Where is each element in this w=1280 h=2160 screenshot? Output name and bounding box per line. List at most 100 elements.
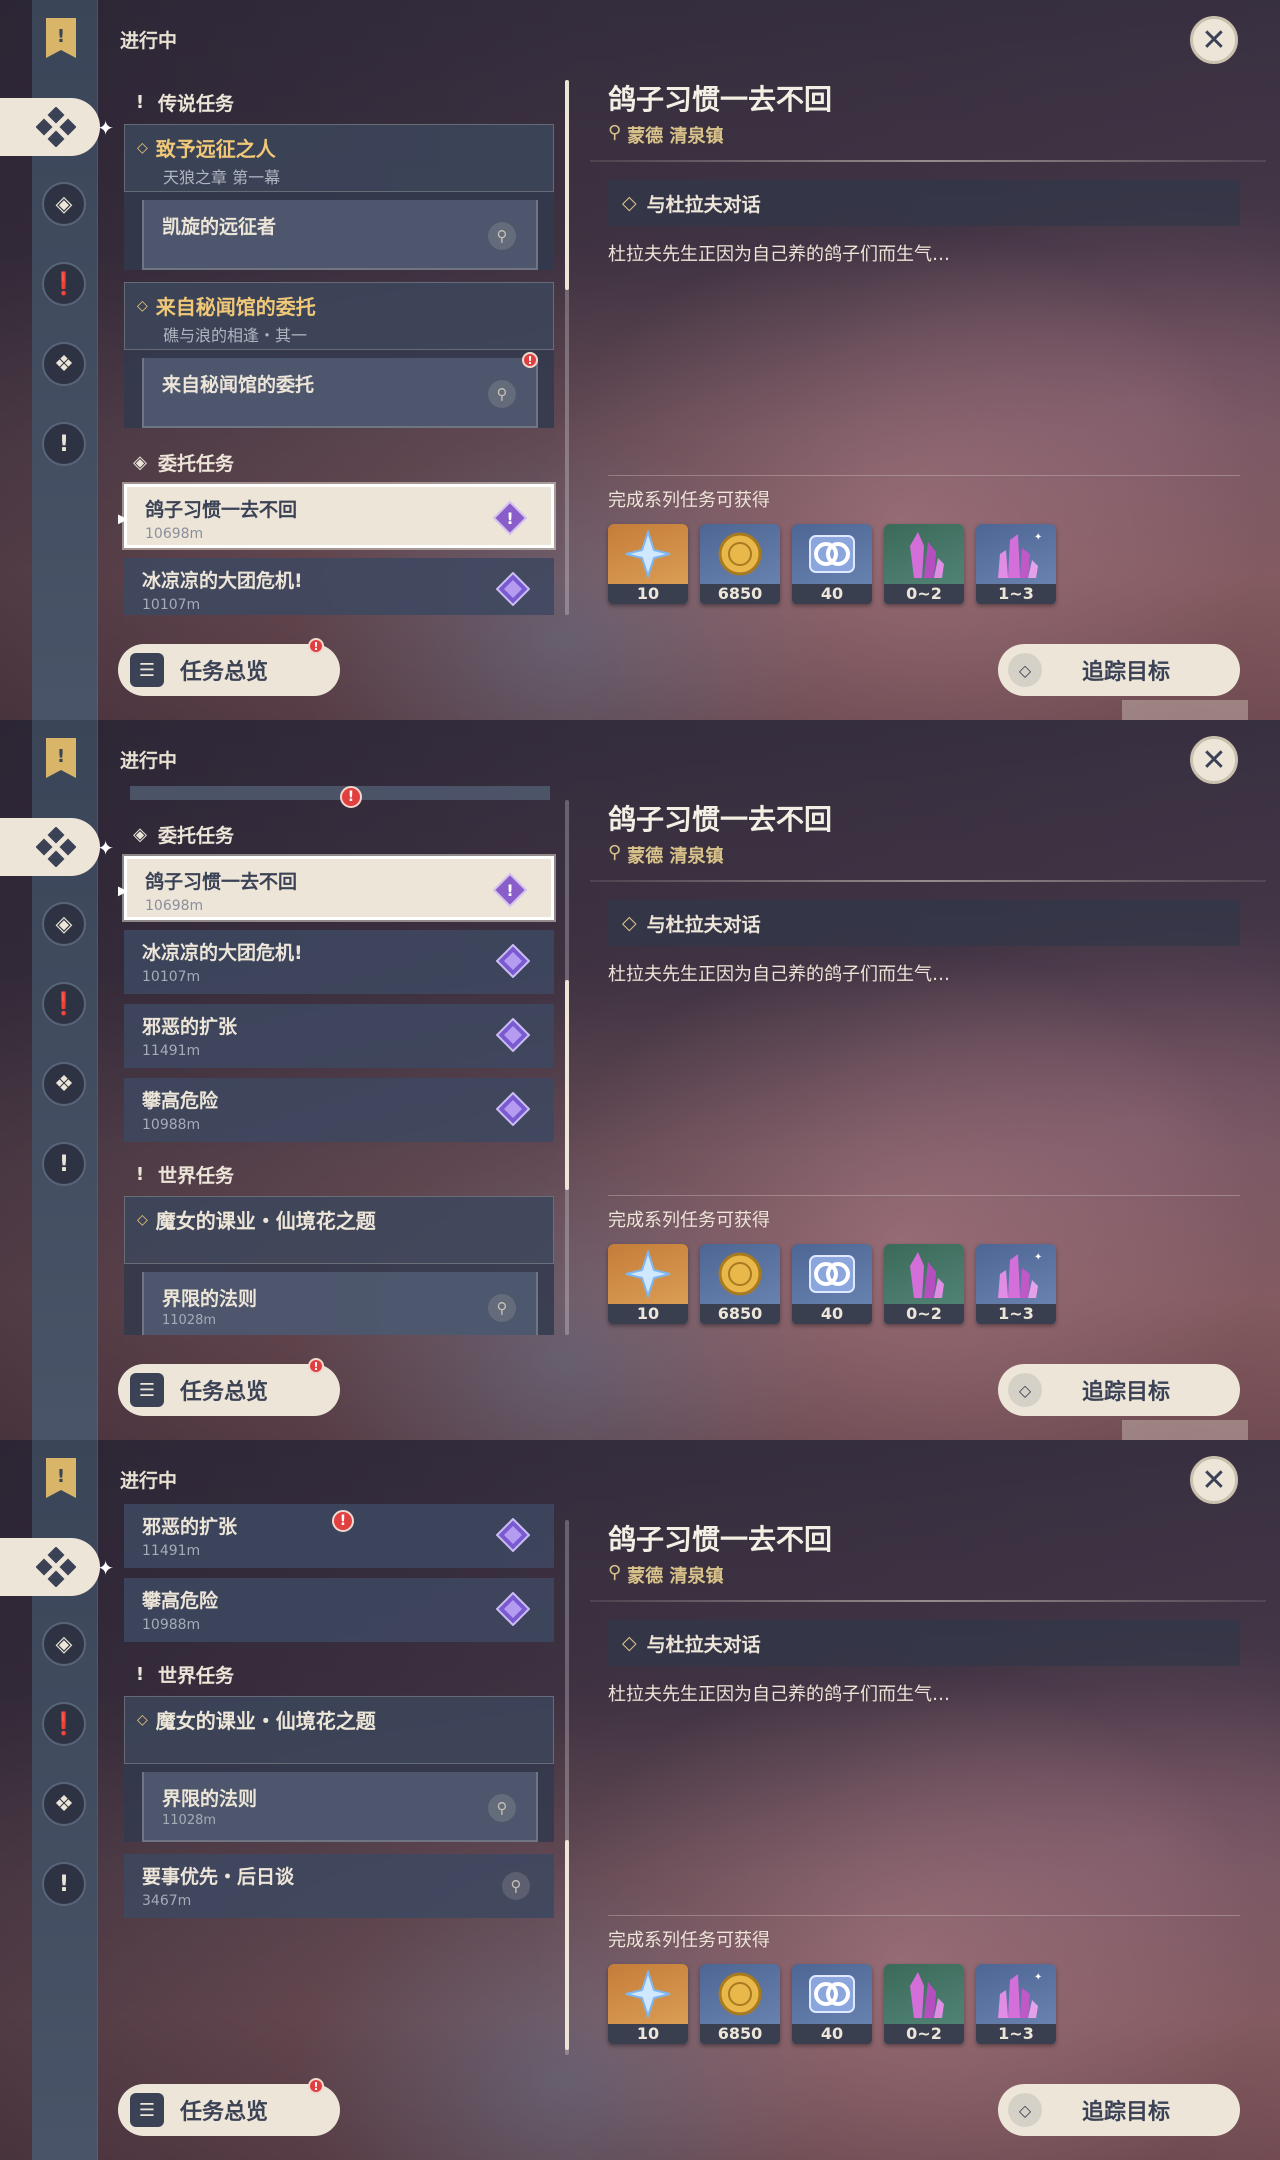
commission-gem-icon xyxy=(496,1092,530,1126)
category-commission-tab[interactable]: ❖ xyxy=(42,342,86,386)
step-title: 界限的法则 xyxy=(162,1788,258,1810)
scroll-thumb[interactable] xyxy=(565,80,569,290)
reward-adventure-exp[interactable]: 40 xyxy=(792,1964,872,2044)
rewards-row: 10 6850 40 0~2 ✦ 1~3 xyxy=(608,1244,1056,1324)
quest-detail-title: 鸽子习惯一去不回 xyxy=(608,83,833,116)
quest-overview-button[interactable]: ☰ 任务总览 ! xyxy=(118,1358,340,1416)
adventure-exp-icon xyxy=(809,1975,855,2013)
objective-label: 与杜拉夫对话 xyxy=(646,913,761,936)
location-pin-icon[interactable]: ⚲ xyxy=(488,380,516,408)
reward-primogem[interactable]: 10 xyxy=(608,1244,688,1324)
quest-banner-icon[interactable]: ! xyxy=(44,736,78,780)
category-commission-tab[interactable]: ❖ xyxy=(42,1062,86,1106)
quest-title: 魔女的课业・仙境花之题 xyxy=(155,1209,376,1233)
track-button[interactable]: ◇ 追踪目标 xyxy=(998,644,1240,696)
new-alert-badge: ! xyxy=(332,1510,354,1532)
quest-overview-button[interactable]: ☰ 任务总览 ! xyxy=(118,2078,340,2136)
quest-distance: 10988m xyxy=(142,1617,201,1633)
commission-gem-icon: ! xyxy=(493,501,527,535)
close-button[interactable]: ✕ xyxy=(1190,1456,1238,1504)
quest-list-scrollbar[interactable] xyxy=(565,80,569,615)
overview-alert-badge: ! xyxy=(308,638,324,654)
close-button[interactable]: ✕ xyxy=(1190,16,1238,64)
category-world-tab[interactable]: ! xyxy=(42,422,86,466)
location-pin-icon[interactable]: ⚲ xyxy=(502,1872,530,1900)
svg-text:✦: ✦ xyxy=(1034,532,1042,543)
quest-list-scrollbar[interactable] xyxy=(565,800,569,1335)
reward-crystal-cluster[interactable]: ✦ 1~3 xyxy=(976,1244,1056,1324)
legend-quest-2-step[interactable]: 来自秘闻馆的委托 ⚲ ! xyxy=(142,352,538,428)
all-quests-icon xyxy=(36,107,76,147)
track-diamond-icon: ◇ xyxy=(1008,653,1042,687)
category-all-tab[interactable]: ✦ xyxy=(0,1538,114,1596)
reward-crystal-cluster[interactable]: ✦ 1~3 xyxy=(976,1964,1056,2044)
location-pin-icon[interactable]: ⚲ xyxy=(488,1794,516,1822)
scroll-thumb[interactable] xyxy=(565,980,569,1190)
quest-list-scrollbar[interactable] xyxy=(565,1520,569,2055)
category-story-tab[interactable]: ❗ xyxy=(42,1702,86,1746)
track-button[interactable]: ◇ 追踪目标 xyxy=(998,1364,1240,1416)
section-commission: ◈ 委托任务 xyxy=(118,440,570,484)
reward-primogem[interactable]: 10 xyxy=(608,1964,688,2044)
commission-item-selected[interactable]: ▶ 鸽子习惯一去不回 10698m ! xyxy=(118,856,554,920)
legend-quest-1-step[interactable]: 凯旋的远征者 ⚲ xyxy=(142,200,538,270)
reward-mora[interactable]: 6850 xyxy=(700,524,780,604)
quest-list[interactable]: 邪恶的扩张 11491m ! 攀高危险 10988m ! 世界任务 ◇ 魔女的课业・… xyxy=(118,1504,570,2055)
commission-item[interactable]: 攀高危险 10988m xyxy=(124,1578,554,1642)
category-world-tab[interactable]: ! xyxy=(42,1142,86,1186)
quest-title: 鸽子习惯一去不回 xyxy=(145,499,298,521)
legend-quest-1[interactable]: ◇ 致予远征之人 天狼之章 第一幕 xyxy=(124,124,554,192)
reward-crystal-cluster[interactable]: ✦ 1~3 xyxy=(976,524,1056,604)
category-archon-tab[interactable]: ◈ xyxy=(42,1622,86,1666)
quest-overview-button[interactable]: ☰ 任务总览 ! xyxy=(118,638,340,696)
story-quest-icon: ❗ xyxy=(50,271,78,297)
reward-crystal-chunk[interactable]: 0~2 xyxy=(884,1964,964,2044)
new-alert-badge: ! xyxy=(522,352,538,368)
reward-adventure-exp[interactable]: 40 xyxy=(792,524,872,604)
reward-crystal-chunk[interactable]: 0~2 xyxy=(884,524,964,604)
reward-count: 10 xyxy=(608,1304,688,1324)
quest-list[interactable]: ! 传说任务 ◇ 致予远征之人 天狼之章 第一幕 凯旋的远征者 ⚲ ◇ 来自秘闻馆的委… xyxy=(118,80,570,615)
world-quest-step[interactable]: 界限的法则 11028m ⚲ xyxy=(142,1772,538,1842)
story-quest-icon: ❗ xyxy=(50,1711,78,1737)
location-pin-icon[interactable]: ⚲ xyxy=(488,1294,516,1322)
commission-item[interactable]: 邪恶的扩张 11491m xyxy=(124,1004,554,1068)
commission-item[interactable]: 邪恶的扩张 11491m ! xyxy=(124,1504,554,1568)
reward-crystal-chunk[interactable]: 0~2 xyxy=(884,1244,964,1324)
category-commission-tab[interactable]: ❖ xyxy=(42,1782,86,1826)
category-archon-tab[interactable]: ◈ xyxy=(42,902,86,946)
commission-item-selected[interactable]: ▶ 鸽子习惯一去不回 10698m ! xyxy=(118,484,554,548)
quest-overview-label: 任务总览 xyxy=(180,2100,269,2125)
world-quest-icon: ! xyxy=(58,1871,70,1897)
quest-list[interactable]: ! ◈ 委托任务 ▶ 鸽子习惯一去不回 10698m ! 冰凉凉的大团危机! 10… xyxy=(118,786,570,1335)
quest-title: 冰凉凉的大团危机! xyxy=(142,570,303,592)
location-pin-icon[interactable]: ⚲ xyxy=(488,222,516,250)
reward-count: 6850 xyxy=(700,1304,780,1324)
quest-banner-icon[interactable]: ! xyxy=(44,16,78,60)
category-story-tab[interactable]: ❗ xyxy=(42,262,86,306)
legend-quest-2[interactable]: ◇ 来自秘闻馆的委托 礁与浪的相逢・其一 xyxy=(124,282,554,350)
commission-item[interactable]: 冰凉凉的大团危机! 10107m xyxy=(124,930,554,994)
category-all-tab[interactable]: ✦ xyxy=(0,98,114,156)
commission-gem-icon xyxy=(496,1518,530,1552)
category-story-tab[interactable]: ❗ xyxy=(42,982,86,1026)
world-quest-step[interactable]: 界限的法则 11028m ⚲ xyxy=(142,1272,538,1335)
track-button[interactable]: ◇ 追踪目标 xyxy=(998,2084,1240,2136)
category-archon-tab[interactable]: ◈ xyxy=(42,182,86,226)
commission-item[interactable]: 攀高危险 10988m xyxy=(124,1078,554,1142)
quest-overview-label: 任务总览 xyxy=(180,660,269,685)
world-quest[interactable]: ◇ 魔女的课业・仙境花之题 xyxy=(124,1196,554,1264)
category-all-tab[interactable]: ✦ xyxy=(0,818,114,876)
category-world-tab[interactable]: ! xyxy=(42,1862,86,1906)
quest-banner-icon[interactable]: ! xyxy=(44,1456,78,1500)
close-button[interactable]: ✕ xyxy=(1190,736,1238,784)
reward-count: 0~2 xyxy=(884,2024,964,2044)
reward-mora[interactable]: 6850 xyxy=(700,1964,780,2044)
extra-quest-item[interactable]: 要事优先・后日谈 3467m ⚲ xyxy=(124,1854,554,1918)
commission-item[interactable]: 冰凉凉的大团危机! 10107m xyxy=(124,558,554,615)
world-quest[interactable]: ◇ 魔女的课业・仙境花之题 xyxy=(124,1696,554,1764)
reward-mora[interactable]: 6850 xyxy=(700,1244,780,1324)
reward-primogem[interactable]: 10 xyxy=(608,524,688,604)
reward-adventure-exp[interactable]: 40 xyxy=(792,1244,872,1324)
scroll-thumb[interactable] xyxy=(565,1840,569,2050)
